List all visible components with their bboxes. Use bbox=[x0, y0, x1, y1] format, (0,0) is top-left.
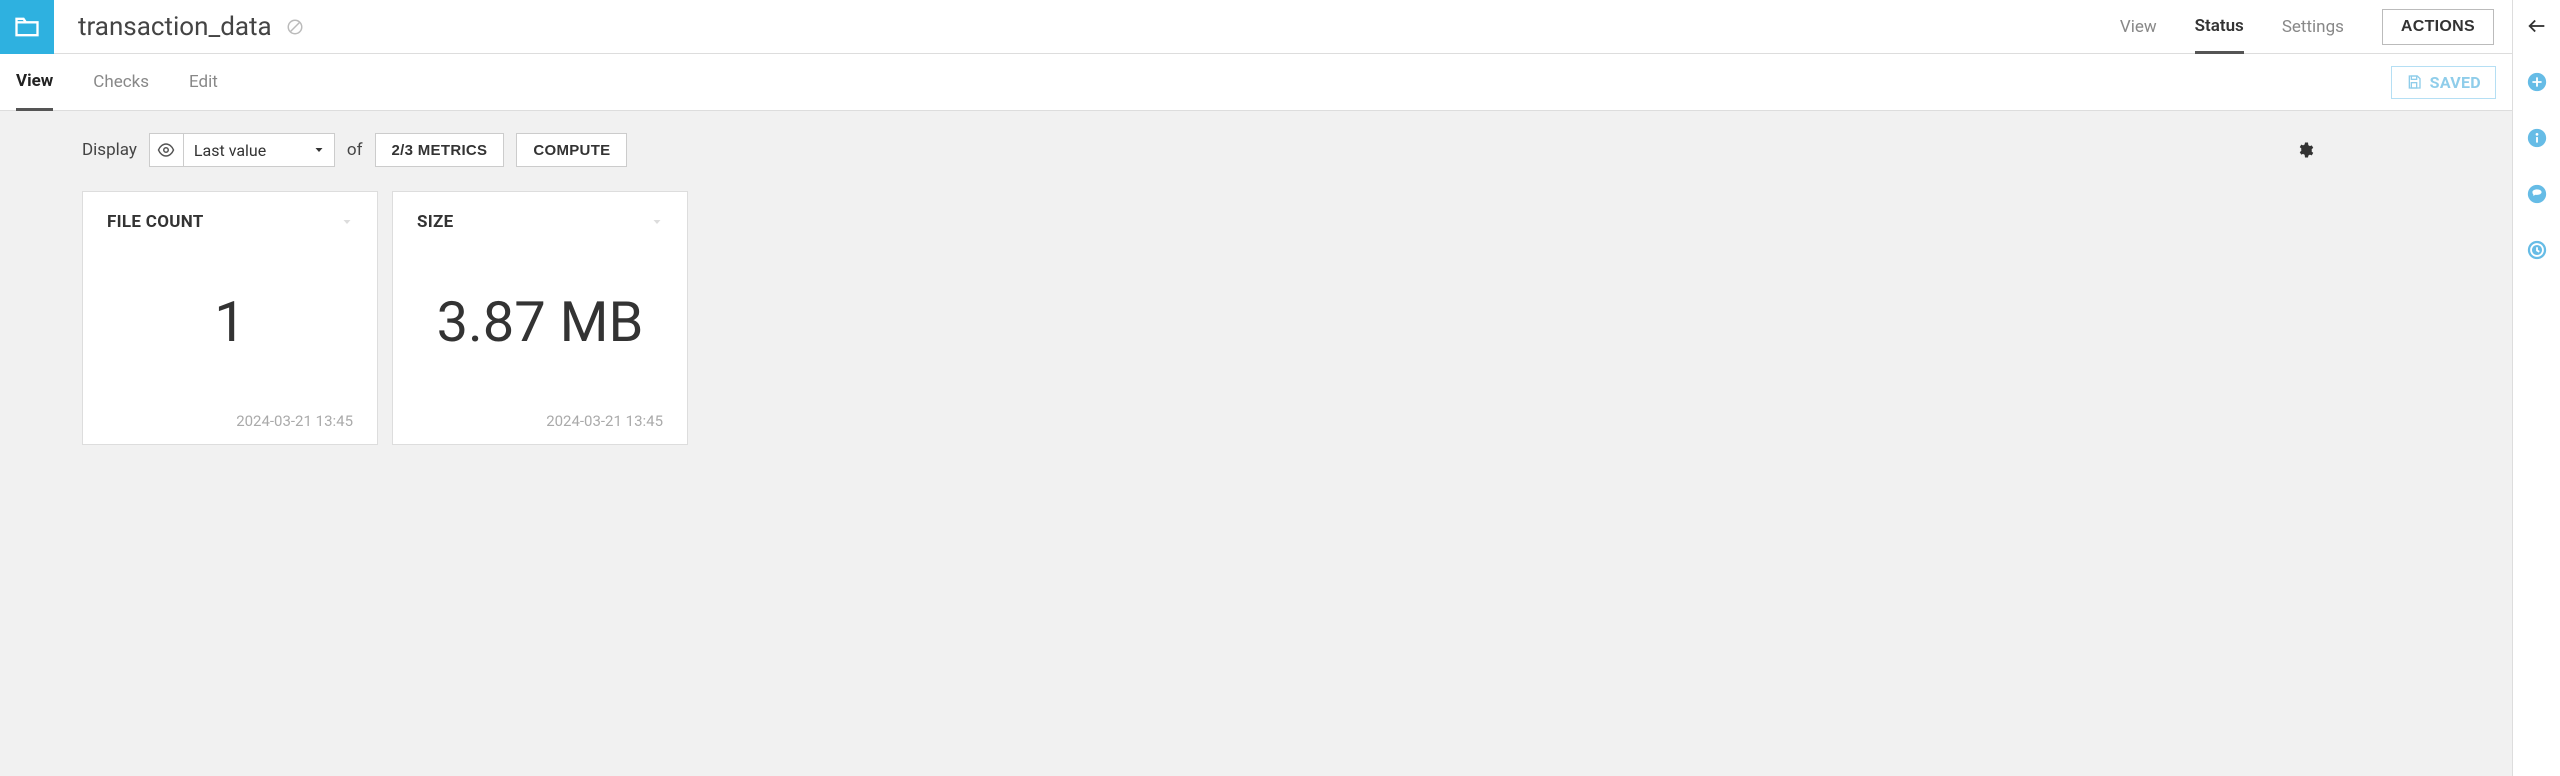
actions-button[interactable]: ACTIONS bbox=[2382, 9, 2494, 45]
sub-tab-view[interactable]: View bbox=[16, 55, 53, 111]
gear-icon[interactable] bbox=[2296, 141, 2314, 159]
info-circle-icon[interactable] bbox=[2525, 126, 2549, 150]
top-nav-status[interactable]: Status bbox=[2195, 1, 2244, 54]
card-timestamp: 2024-03-21 13:45 bbox=[417, 412, 663, 430]
display-label: Display bbox=[82, 140, 137, 160]
card-value: 3.87 MB bbox=[417, 232, 663, 412]
of-label: of bbox=[347, 140, 363, 160]
plus-circle-icon[interactable] bbox=[2525, 70, 2549, 94]
sub-tab-checks[interactable]: Checks bbox=[93, 54, 149, 110]
page-title: transaction_data bbox=[78, 12, 272, 42]
right-rail bbox=[2512, 0, 2560, 776]
card-size: SIZE 3.87 MB 2024-03-21 13:45 bbox=[392, 191, 688, 445]
saved-label: SAVED bbox=[2430, 73, 2481, 92]
card-timestamp: 2024-03-21 13:45 bbox=[107, 412, 353, 430]
card-title: FILE COUNT bbox=[107, 212, 204, 232]
save-icon bbox=[2406, 74, 2422, 90]
folder-icon[interactable] bbox=[0, 0, 54, 54]
refresh-disabled-icon bbox=[286, 18, 304, 36]
top-nav-settings[interactable]: Settings bbox=[2282, 0, 2344, 53]
card-value: 1 bbox=[107, 232, 353, 412]
sub-header: View Checks Edit SAVED bbox=[0, 54, 2512, 111]
chevron-down-icon[interactable] bbox=[651, 216, 663, 228]
display-toolbar: Display Last value of 2/3 METRICS COMPUT… bbox=[82, 133, 2484, 167]
chevron-down-icon bbox=[304, 144, 334, 156]
sub-tabs: View Checks Edit bbox=[0, 54, 218, 110]
card-title: SIZE bbox=[417, 212, 454, 232]
clock-circle-icon[interactable] bbox=[2525, 238, 2549, 262]
top-nav: View Status Settings ACTIONS bbox=[2120, 0, 2512, 53]
top-header: transaction_data View Status Settings AC… bbox=[0, 0, 2512, 54]
card-file-count: FILE COUNT 1 2024-03-21 13:45 bbox=[82, 191, 378, 445]
compute-button[interactable]: COMPUTE bbox=[516, 133, 627, 167]
back-arrow-icon[interactable] bbox=[2525, 14, 2549, 38]
display-select[interactable]: Last value bbox=[149, 133, 335, 167]
saved-button: SAVED bbox=[2391, 66, 2496, 99]
display-select-value: Last value bbox=[184, 141, 304, 160]
metric-cards: FILE COUNT 1 2024-03-21 13:45 SIZE 3.87 … bbox=[82, 191, 2484, 445]
eye-icon bbox=[150, 134, 184, 166]
chevron-down-icon[interactable] bbox=[341, 216, 353, 228]
sub-tab-edit[interactable]: Edit bbox=[189, 54, 218, 110]
metrics-button[interactable]: 2/3 METRICS bbox=[375, 133, 505, 167]
top-nav-view[interactable]: View bbox=[2120, 0, 2157, 53]
chat-circle-icon[interactable] bbox=[2525, 182, 2549, 206]
content-area: Display Last value of 2/3 METRICS COMPUT… bbox=[0, 111, 2512, 776]
